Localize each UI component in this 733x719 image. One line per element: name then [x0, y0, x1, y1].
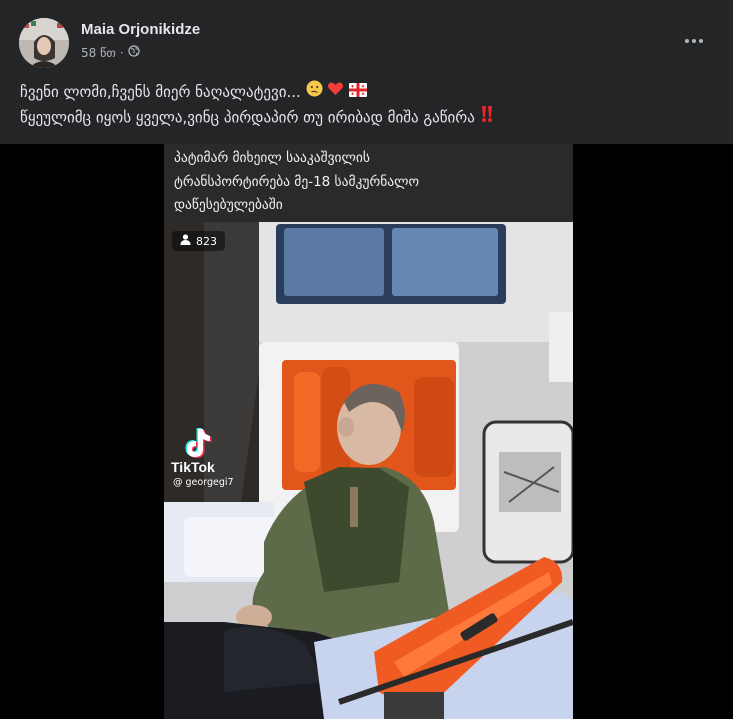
georgian-flag-icon	[349, 80, 368, 105]
tiktok-watermark: TikTok	[171, 459, 215, 475]
post-card: Maia Orjonikidze 58 წთ · ჩვენი ლომი,ჩვენ…	[0, 0, 733, 719]
caption-line-2: წყეულიმც იყოს ყველა,ვინც პირდაპირ თუ ირი…	[20, 105, 720, 131]
red-heart-icon	[327, 80, 344, 105]
caption-line-1: ჩვენი ლომი,ჩვენს მიერ ნაღალატევი...	[20, 80, 720, 105]
meta-separator: ·	[119, 45, 124, 60]
tiktok-handle: @ georgegi7	[173, 477, 234, 488]
globe-icon	[128, 45, 140, 60]
post-time[interactable]: 58 წთ	[81, 46, 116, 60]
video-title-line-2: ტრანსპორტირება მე-18 სამკურნალო	[174, 174, 420, 190]
video-still-image	[164, 222, 573, 719]
caption-text-2: წყეულიმც იყოს ყველა,ვინც პირდაპირ თუ ირი…	[20, 108, 475, 127]
video-frame[interactable]: პატიმარ მიხეილ სააკაშვილის ტრანსპორტირებ…	[164, 144, 573, 719]
video-title-line-3: დაწესებულებაში	[174, 197, 283, 213]
post-meta: 58 წთ ·	[81, 45, 140, 60]
tiktok-logo-icon	[185, 428, 212, 458]
more-options-button[interactable]	[679, 29, 709, 53]
video-title-banner: პატიმარ მიხეილ სააკაშვილის ტრანსპორტირებ…	[164, 144, 573, 222]
caption-text-1: ჩვენი ლომი,ჩვენს მიერ ნაღალატევი...	[20, 83, 301, 101]
viewer-count: 823	[196, 234, 217, 248]
person-icon	[180, 234, 191, 248]
author-avatar[interactable]	[19, 18, 69, 68]
post-caption: ჩვენი ლომი,ჩვენს მიერ ნაღალატევი... წყეუ…	[20, 80, 720, 131]
video-title-line-1: პატიმარ მიხეილ სააკაშვილის	[174, 150, 370, 166]
video-player[interactable]: პატიმარ მიხეილ სააკაშვილის ტრანსპორტირებ…	[0, 144, 733, 719]
double-exclamation-icon	[480, 105, 494, 131]
more-horizontal-icon	[685, 39, 689, 43]
confused-face-icon	[306, 80, 323, 105]
author-name[interactable]: Maia Orjonikidze	[81, 21, 200, 38]
post-header: Maia Orjonikidze 58 წთ ·	[0, 0, 733, 75]
viewer-count-badge: 823	[172, 231, 225, 251]
